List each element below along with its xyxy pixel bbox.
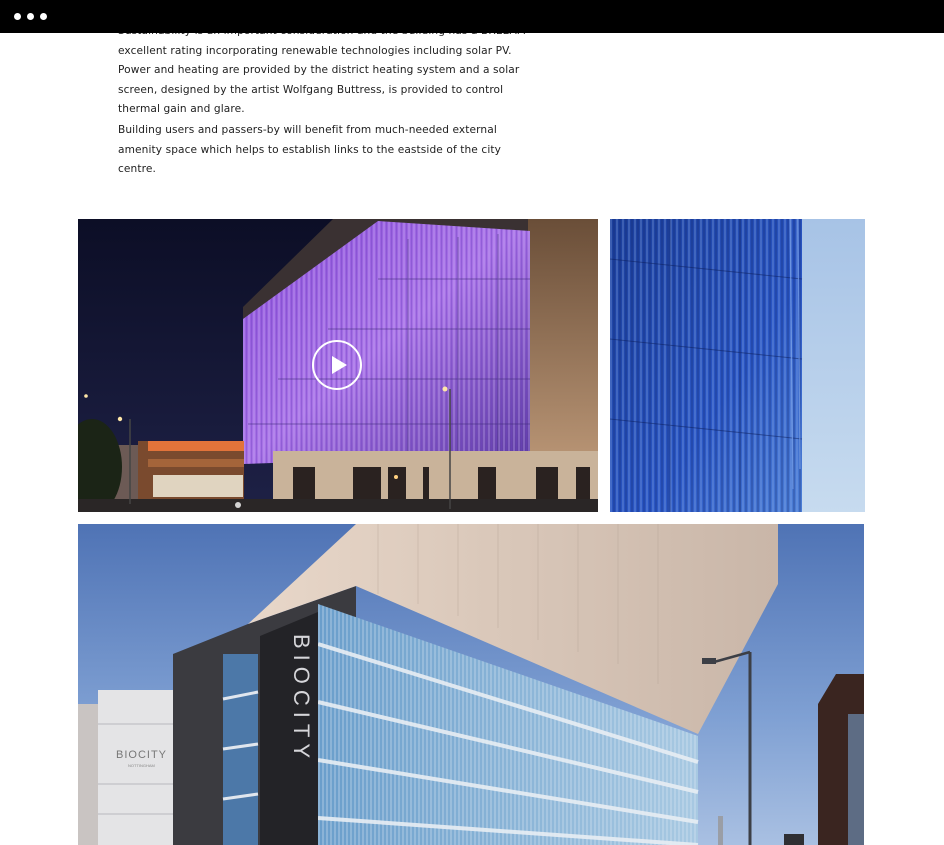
menu-dot bbox=[40, 13, 47, 20]
play-icon[interactable] bbox=[311, 339, 363, 391]
building-sign: BIOCITY bbox=[289, 634, 314, 764]
ellipsis-menu-icon[interactable] bbox=[14, 13, 47, 20]
body-paragraph-sustainability: Sustainability is an important considera… bbox=[118, 25, 526, 116]
menu-dot bbox=[14, 13, 21, 20]
biocity-building-image: BIOCITY NOTTINGHAM BIOCITY bbox=[78, 524, 864, 845]
blue-strands-image bbox=[610, 219, 865, 512]
side-building-subtitle: NOTTINGHAM bbox=[128, 763, 155, 768]
menu-dot bbox=[27, 13, 34, 20]
body-paragraph-amenity: Building users and passers-by will benef… bbox=[118, 124, 501, 176]
solar-screen-detail-photo bbox=[610, 219, 865, 512]
side-building-sign: BIOCITY bbox=[116, 749, 167, 761]
top-bar bbox=[0, 0, 944, 33]
night-facade-video-thumbnail[interactable] bbox=[78, 219, 598, 512]
daytime-building-photo: BIOCITY NOTTINGHAM BIOCITY bbox=[78, 524, 864, 845]
